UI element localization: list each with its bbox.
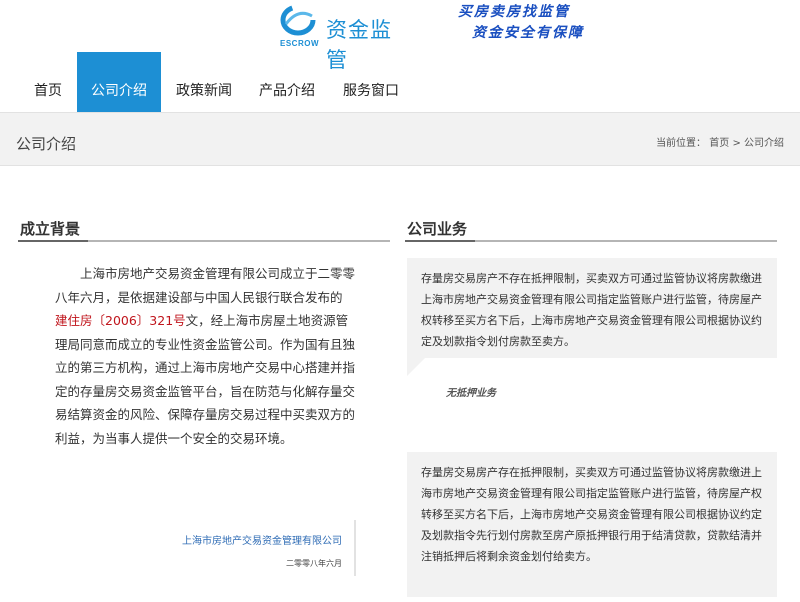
nav-products[interactable]: 产品介绍 (259, 80, 315, 100)
business-caption-unmortgaged: 无抵押业务 (446, 388, 496, 399)
business-box-unmortgaged: 存量房交易房产不存在抵押限制，买卖双方可通过监管协议将房款缴进上海市房地产交易资… (407, 258, 777, 358)
nav-policy-news[interactable]: 政策新闻 (176, 80, 232, 100)
background-paragraph: 上海市房地产交易资金管理有限公司成立于二零零八年六月，是依据建设部与中国人民银行… (55, 262, 355, 450)
business-box-pointer (407, 358, 425, 376)
nav-home[interactable]: 首页 (34, 80, 62, 100)
breadcrumb-current[interactable]: 公司介绍 (744, 138, 784, 149)
swirl-logo-icon (280, 4, 316, 36)
logo-subtitle: ESCROW (280, 39, 319, 48)
nav-company-intro[interactable]: 公司介绍 (77, 52, 161, 120)
business-heading: 公司业务 (407, 220, 468, 238)
nav-company-intro-label: 公司介绍 (91, 83, 147, 99)
breadcrumb: 当前位置： 首页 > 公司介绍 (656, 134, 784, 149)
business-box-mortgaged: 存量房交易房产存在抵押限制，买卖双方可通过监管协议将房款缴进上海市房地产交易资金… (407, 452, 777, 597)
signature-divider (354, 520, 356, 576)
slogan-line-2: 资金安全有保障 (472, 25, 584, 41)
page-title: 公司介绍 (16, 135, 77, 153)
business-heading-underline (405, 240, 777, 242)
page-banner: 公司介绍 当前位置： 首页 > 公司介绍 (0, 112, 800, 166)
breadcrumb-separator: > (732, 138, 744, 149)
site-header: 资金监管 ESCROW 买房卖房找监管 资金安全有保障 (0, 0, 800, 72)
background-heading: 成立背景 (20, 220, 81, 238)
main-nav: 首页 公司介绍 政策新闻 产品介绍 服务窗口 (0, 52, 800, 120)
background-text-2: 文，经上海市房屋土地资源管理局同意而成立的专业性资金监管公司。作为国有且独立的第… (55, 313, 356, 446)
signature-organization: 上海市房地产交易资金管理有限公司 (182, 536, 342, 547)
nav-service-window[interactable]: 服务窗口 (343, 80, 399, 100)
regulation-reference: 建住房〔2006〕321号 (55, 313, 186, 328)
site-logo[interactable]: 资金监管 ESCROW (278, 2, 408, 72)
breadcrumb-prefix: 当前位置： (656, 138, 707, 149)
slogan-line-1: 买房卖房找监管 (458, 4, 570, 20)
background-text-1: 上海市房地产交易资金管理有限公司成立于二零零八年六月，是依据建设部与中国人民银行… (55, 266, 356, 305)
business-text-mortgaged: 存量房交易房产存在抵押限制，买卖双方可通过监管协议将房款缴进上海市房地产交易资金… (421, 466, 762, 563)
background-heading-underline (18, 240, 390, 242)
breadcrumb-home-link[interactable]: 首页 (709, 138, 729, 149)
business-text-unmortgaged: 存量房交易房产不存在抵押限制，买卖双方可通过监管协议将房款缴进上海市房地产交易资… (421, 272, 762, 348)
signature-date: 二零零八年六月 (286, 559, 342, 568)
